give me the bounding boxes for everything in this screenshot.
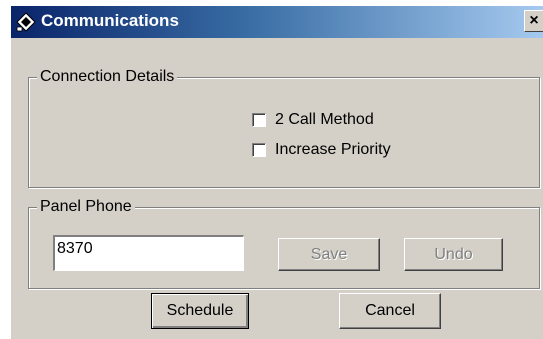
cancel-button-label: Cancel (365, 302, 415, 319)
window-title: Communications (41, 11, 179, 30)
save-button-label: Save (310, 246, 348, 263)
increase-priority-checkbox[interactable] (252, 143, 266, 157)
connection-details-group: Connection Details 2 Call Method Increas… (28, 68, 540, 188)
undo-button-label: Undo (434, 246, 473, 263)
title-bar[interactable]: Communications × (11, 6, 543, 38)
two-call-method-checkbox[interactable] (252, 113, 266, 127)
communications-dialog: Communications × Connection Details 2 Ca… (10, 5, 543, 339)
close-icon: × (529, 12, 539, 29)
increase-priority-option[interactable]: Increase Priority (252, 141, 391, 159)
increase-priority-label: Increase Priority (275, 141, 391, 158)
panel-phone-label: Panel Phone (37, 198, 135, 216)
save-button[interactable]: Save (278, 238, 380, 271)
panel-phone-group: Panel Phone 8370 Save Undo (28, 198, 540, 289)
two-call-method-label: 2 Call Method (275, 111, 374, 128)
schedule-button[interactable]: Schedule (151, 293, 249, 329)
two-call-method-option[interactable]: 2 Call Method (252, 111, 374, 129)
schedule-button-label: Schedule (166, 302, 234, 319)
app-diamond-icon (16, 12, 36, 32)
connection-details-label: Connection Details (37, 68, 178, 86)
panel-phone-input[interactable]: 8370 (53, 235, 244, 271)
cancel-button[interactable]: Cancel (339, 293, 441, 329)
close-button[interactable]: × (524, 10, 543, 32)
undo-button[interactable]: Undo (404, 238, 503, 271)
